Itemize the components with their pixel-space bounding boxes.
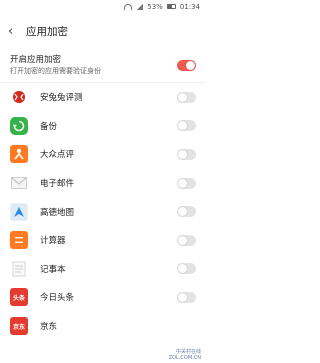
app-row-dianping[interactable]: 大众点评 xyxy=(0,140,204,169)
app-row-antutu[interactable]: 安兔兔评测 xyxy=(0,83,204,112)
amap-icon xyxy=(10,202,28,221)
app-toggle-switch[interactable] xyxy=(177,234,196,246)
app-row-amap[interactable]: 高德地图 xyxy=(0,197,204,226)
app-row-toutiao[interactable]: 头条 今日头条 xyxy=(0,283,204,312)
master-toggle-switch[interactable] xyxy=(177,60,196,71)
master-toggle-subtitle: 打开加密的应用需要验证身份 xyxy=(10,67,101,75)
antutu-icon xyxy=(10,88,28,107)
app-toggle-switch[interactable] xyxy=(177,177,196,189)
app-lock-screen: 53% 01:34 ‹ 应用加密 开启应用加密 打开加密的应用需要验证身份 安兔… xyxy=(0,0,204,363)
app-name: 计算器 xyxy=(40,236,66,247)
app-toggle-switch[interactable] xyxy=(177,263,196,275)
app-toggle-switch[interactable] xyxy=(177,120,196,132)
app-toggle-switch[interactable] xyxy=(177,206,196,218)
backup-icon xyxy=(10,116,28,135)
status-time: 01:34 xyxy=(179,2,200,11)
signal-icon xyxy=(136,3,144,10)
app-row-calculator[interactable]: 计算器 xyxy=(0,226,204,255)
app-row-mail[interactable]: 电子邮件 xyxy=(0,169,204,198)
toggle-knob xyxy=(178,92,187,102)
watermark-line2: ZOL.COM.CN xyxy=(168,355,201,361)
toggle-knob xyxy=(186,61,195,70)
app-name: 安兔兔评测 xyxy=(40,93,83,104)
toggle-knob xyxy=(178,178,187,188)
master-toggle-text: 开启应用加密 打开加密的应用需要验证身份 xyxy=(10,55,177,76)
page-title: 应用加密 xyxy=(26,25,68,38)
mail-icon xyxy=(10,174,28,193)
app-toggle-switch[interactable] xyxy=(177,148,196,160)
jd-icon: 京东 xyxy=(10,317,28,336)
app-name: 京东 xyxy=(40,322,58,333)
app-name: 备份 xyxy=(40,121,58,132)
app-row-notepad[interactable]: 记事本 xyxy=(0,255,204,284)
app-row-jd[interactable]: 京东 京东 xyxy=(0,312,204,341)
notepad-icon xyxy=(10,259,28,278)
master-toggle-title: 开启应用加密 xyxy=(10,55,62,65)
app-toggle-switch[interactable] xyxy=(177,291,196,303)
watermark-logo: 中关村在线 ZOL.COM.CN xyxy=(169,349,201,361)
app-name: 今日头条 xyxy=(40,293,75,304)
toggle-knob xyxy=(178,207,187,217)
app-toggle-switch[interactable] xyxy=(177,91,196,103)
app-name: 高德地图 xyxy=(40,207,75,218)
toggle-knob xyxy=(178,149,187,159)
battery-percent: 53% xyxy=(147,2,163,11)
master-toggle-row[interactable]: 开启应用加密 打开加密的应用需要验证身份 xyxy=(0,49,204,83)
app-name: 记事本 xyxy=(40,264,66,275)
app-row-backup[interactable]: 备份 xyxy=(0,112,204,141)
toggle-knob xyxy=(178,264,187,274)
app-list: 安兔兔评测 备份 大众点评 电子邮件 高德地图 计算器 记事本 头条 今日头条 … xyxy=(0,83,204,340)
toutiao-icon: 头条 xyxy=(10,288,28,307)
battery-icon xyxy=(166,4,176,9)
toggle-knob xyxy=(178,292,187,302)
wifi-icon xyxy=(124,3,133,10)
calculator-icon xyxy=(10,231,28,250)
app-name: 大众点评 xyxy=(40,150,75,161)
back-arrow-icon[interactable]: ‹ xyxy=(8,25,22,38)
dianping-icon xyxy=(10,145,28,164)
toggle-knob xyxy=(178,121,187,131)
status-bar: 53% 01:34 xyxy=(0,0,204,13)
header: ‹ 应用加密 xyxy=(0,13,204,49)
app-name: 电子邮件 xyxy=(40,179,75,190)
toggle-knob xyxy=(178,235,187,245)
